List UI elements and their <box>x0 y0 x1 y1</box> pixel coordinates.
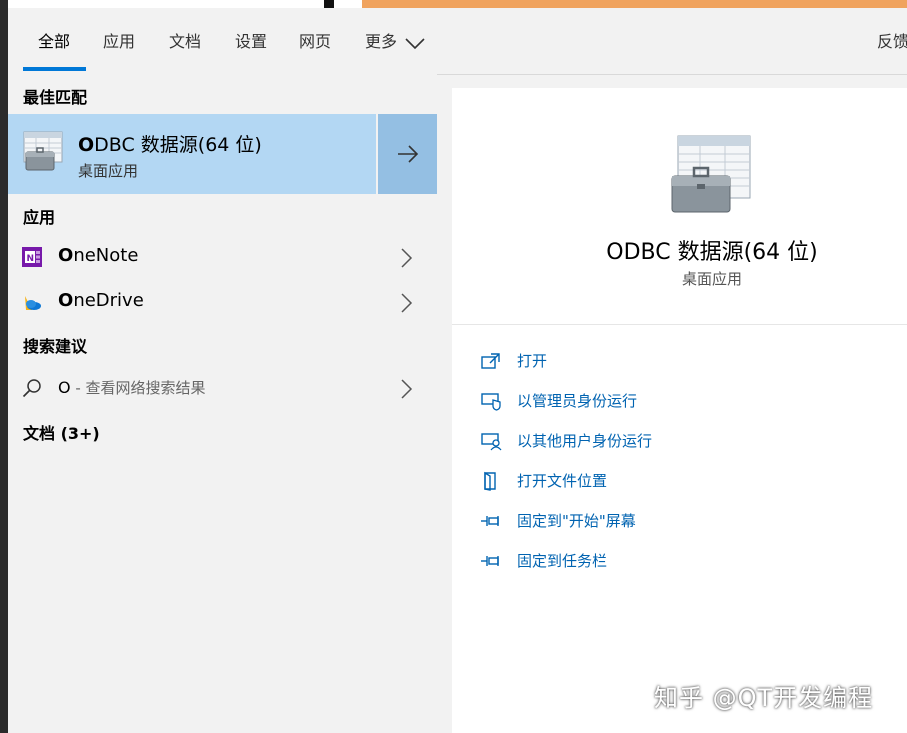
chevron-right-icon[interactable] <box>399 292 413 314</box>
preview-title: ODBC 数据源(64 位) <box>606 240 818 265</box>
tab-more-label: 更多 <box>365 32 398 51</box>
action-open-file-location-label: 打开文件位置 <box>517 472 608 490</box>
chevron-down-icon <box>405 37 425 49</box>
run-as-other-user-icon <box>481 433 502 451</box>
preview-header: ODBC 数据源(64 位) 桌面应用 <box>452 88 907 325</box>
tab-settings[interactable]: 设置 <box>235 28 267 52</box>
tab-more[interactable]: 更多 <box>365 28 426 52</box>
active-tab-indicator <box>23 67 86 71</box>
pin-taskbar-icon <box>481 556 499 566</box>
section-best-match: 最佳匹配 <box>23 88 88 107</box>
pin-start-icon <box>481 516 499 526</box>
file-location-icon <box>484 471 496 491</box>
best-match-expand-button[interactable] <box>378 114 437 194</box>
action-run-as-other-user-label: 以其他用户身份运行 <box>517 432 653 450</box>
app-result-onenote[interactable]: N OneNote <box>8 235 437 279</box>
odbc-app-large-icon <box>671 135 751 213</box>
action-open-label: 打开 <box>517 352 548 370</box>
action-pin-to-start[interactable]: 固定到"开始"屏幕 <box>480 506 880 536</box>
suggestion-text: O - 查看网络搜索结果 <box>58 378 206 397</box>
action-run-as-other-user[interactable]: 以其他用户身份运行 <box>480 426 880 456</box>
action-run-as-admin-label: 以管理员身份运行 <box>517 392 638 410</box>
preview-subtitle: 桌面应用 <box>681 270 742 288</box>
section-documents[interactable]: 文档 (3+) <box>23 420 100 444</box>
section-apps: 应用 <box>23 208 56 227</box>
tab-documents[interactable]: 文档 <box>169 28 201 52</box>
web-search-suggestion[interactable]: O - 查看网络搜索结果 <box>8 366 437 410</box>
watermark: 知乎 @QT开发编程 <box>654 684 874 712</box>
preview-panel: ODBC 数据源(64 位) 桌面应用 打开 以管理员身份运行 以其他用户身份运… <box>452 88 907 733</box>
tab-web[interactable]: 网页 <box>299 28 331 52</box>
best-match-subtitle: 桌面应用 <box>78 162 139 180</box>
results-panel: 最佳匹配 ODBC 数据源(64 位) 桌面应用 应用 N OneNote On… <box>8 74 437 733</box>
action-run-as-admin[interactable]: 以管理员身份运行 <box>480 386 880 416</box>
tab-all[interactable]: 全部 <box>38 28 70 52</box>
chevron-right-icon[interactable] <box>399 378 413 400</box>
action-pin-to-start-label: 固定到"开始"屏幕 <box>517 512 636 530</box>
odbc-app-icon <box>23 131 63 171</box>
chevron-right-icon[interactable] <box>399 247 413 269</box>
tab-apps[interactable]: 应用 <box>103 28 135 52</box>
action-pin-to-taskbar-label: 固定到任务栏 <box>517 552 608 570</box>
onenote-icon: N <box>22 247 42 267</box>
background-left-edge <box>0 0 8 733</box>
app-result-onedrive[interactable]: OneDrive <box>8 280 437 324</box>
run-as-admin-icon <box>481 393 501 411</box>
section-search-suggestions: 搜索建议 <box>23 337 88 356</box>
search-icon <box>22 379 41 398</box>
app-label-onenote: OneNote <box>58 245 139 266</box>
best-match-title: ODBC 数据源(64 位) <box>78 134 262 156</box>
background-dark-strip <box>324 0 334 8</box>
background-orange-strip <box>362 0 907 8</box>
search-tab-bar: 全部 应用 文档 设置 网页 更多 反馈 <box>8 8 907 75</box>
svg-text:N: N <box>27 254 35 264</box>
action-open-file-location[interactable]: 打开文件位置 <box>480 466 880 496</box>
open-icon <box>481 353 500 369</box>
arrow-right-icon <box>397 145 418 163</box>
feedback-link[interactable]: 反馈 <box>877 28 907 52</box>
onedrive-icon <box>25 296 41 310</box>
app-label-onedrive: OneDrive <box>58 290 144 311</box>
action-pin-to-taskbar[interactable]: 固定到任务栏 <box>480 546 880 576</box>
action-open[interactable]: 打开 <box>480 346 880 376</box>
